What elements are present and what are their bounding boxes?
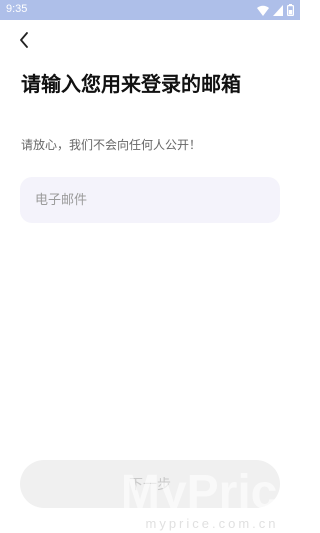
email-field[interactable] bbox=[20, 177, 280, 223]
page-subtitle: 请放心，我们不会向任何人公开！ bbox=[21, 138, 202, 152]
next-button[interactable]: 下一步 bbox=[20, 460, 280, 508]
wifi-icon bbox=[257, 1, 269, 20]
next-button-label: 下一步 bbox=[129, 476, 171, 492]
back-button[interactable] bbox=[12, 30, 36, 54]
battery-icon bbox=[287, 1, 295, 20]
watermark-url: myprice.com.cn bbox=[145, 516, 278, 531]
chevron-left-icon bbox=[19, 32, 29, 52]
email-field-container bbox=[20, 177, 280, 223]
signal-icon bbox=[273, 1, 283, 20]
status-icons bbox=[257, 3, 295, 16]
status-bar: 9:35 bbox=[0, 0, 300, 20]
status-time: 9:35 bbox=[6, 3, 28, 15]
page-title: 请输入您用来登录的邮箱 bbox=[21, 72, 241, 96]
